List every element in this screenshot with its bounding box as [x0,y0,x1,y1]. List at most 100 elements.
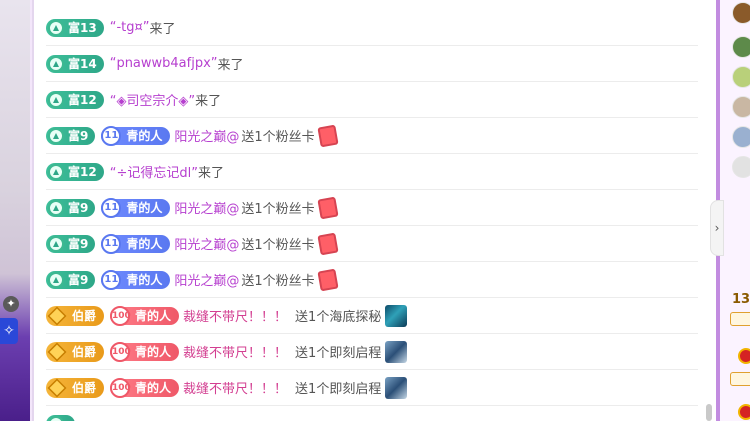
enter-text: 来了 [197,166,224,181]
rich-level-badge: 富14 [46,54,104,73]
fan-club-name: 青的人 [126,129,163,143]
chat-message-partial [46,406,698,421]
rich-level-badge: 富9 [46,126,96,145]
chat-panel[interactable]: 富13 “-tg¤” 来了 富14 “pnawwb4afjpx” 来了 富12 … [32,0,716,421]
rail-tag[interactable] [730,372,750,386]
rich-level-badge: 富9 [46,234,96,253]
audience-avatar[interactable] [732,126,750,148]
fan-club-badge[interactable]: 100 青的人 [110,341,180,362]
rich-level-badge: 富9 [46,198,96,217]
noble-gem-icon [47,305,67,326]
fan-club-badge[interactable]: 11 青的人 [101,269,171,290]
chat-message-gift: 富9 11 青的人 阳光之巅@ 送1个粉丝卡 [46,190,698,226]
gift-text: 送1个粉丝卡 [241,130,315,145]
rich-level-text: 富12 [68,165,97,179]
fan-level: 100 [110,341,131,362]
username[interactable]: 裁缝不带尺！！！ [183,306,287,325]
rich-level-badge: 富12 [46,90,104,109]
noble-title: 伯爵 [72,381,97,395]
rich-drop-icon [48,271,64,288]
noble-badge[interactable]: 伯爵 [46,305,105,326]
sparkle-icon[interactable]: ✦ [3,296,19,312]
rail-tag[interactable] [730,312,750,326]
video-player-edge[interactable]: ✦ ✧ [0,0,30,421]
chat-message-noble-gift: 伯爵 100 青的人 裁缝不带尺！！！ 送1个海底探秘 [46,298,698,334]
fan-club-name: 青的人 [135,309,172,323]
fan-club-badge[interactable]: 11 青的人 [101,197,171,218]
progress-percent: 13% [732,292,750,307]
username[interactable]: 阳光之巅@ [174,234,239,253]
rich-level-text: 富9 [68,201,89,215]
noble-badge[interactable]: 伯爵 [46,341,105,362]
username[interactable]: “pnawwb4afjpx” [110,56,218,71]
username[interactable]: 阳光之巅@ [174,270,239,289]
username[interactable]: 裁缝不带尺！！！ [183,342,287,361]
fan-club-badge[interactable]: 100 青的人 [110,305,180,326]
rich-level-text: 富12 [68,93,97,107]
gift-text: 送1个粉丝卡 [241,238,315,253]
rich-level-text: 富9 [68,129,89,143]
fan-card-icon [317,124,339,147]
gift-thumbnail-icon [385,340,408,363]
fan-club-name: 青的人 [126,273,163,287]
chat-message-enter: 富14 “pnawwb4afjpx” 来了 [46,46,698,82]
gift-text: 送1个海底探秘 [295,310,382,325]
fan-club-badge[interactable]: 11 青的人 [101,233,171,254]
username[interactable]: “-tg¤” [110,20,150,35]
gift-text: 送1个即刻启程 [295,382,382,397]
gift-thumbnail-icon [385,376,408,399]
rich-level-badge: 富9 [46,270,96,289]
chat-scrollbar[interactable] [706,404,712,421]
medal-icon[interactable] [738,404,750,420]
noble-title: 伯爵 [72,345,97,359]
rich-drop-icon [48,55,64,72]
fan-club-name: 青的人 [126,201,163,215]
gift-thumbnail-icon [385,304,408,327]
rich-level-badge: 富13 [46,18,104,37]
promo-badge[interactable]: ✧ [0,318,18,344]
username[interactable]: 阳光之巅@ [174,126,239,145]
username[interactable]: “÷记得忘记dl” [110,162,198,181]
rich-drop-icon [48,163,64,180]
chat-message-enter: 富12 “÷记得忘记dl” 来了 [46,154,698,190]
chat-message-gift: 富9 11 青的人 阳光之巅@ 送1个粉丝卡 [46,226,698,262]
username[interactable]: 阳光之巅@ [174,198,239,217]
rich-level-badge [46,415,75,421]
gift-text: 送1个粉丝卡 [241,202,315,217]
fan-club-badge[interactable]: 100 青的人 [110,377,180,398]
audience-avatar[interactable] [732,96,750,118]
chat-message-enter: 富13 “-tg¤” 来了 [46,10,698,46]
rich-drop-icon [48,416,64,421]
gift-text: 送1个粉丝卡 [241,274,315,289]
rich-drop-icon [48,19,64,36]
audience-avatar[interactable] [732,2,750,24]
noble-gem-icon [47,341,67,362]
fan-level: 11 [101,269,122,290]
rich-level-text: 富9 [68,273,89,287]
rich-level-text: 富13 [68,21,97,35]
rich-level-text: 富14 [68,57,97,71]
audience-avatar[interactable] [732,66,750,88]
noble-title: 伯爵 [72,309,97,323]
audience-avatar[interactable] [732,36,750,58]
fan-level: 11 [101,197,122,218]
fan-club-badge[interactable]: 11 青的人 [101,125,171,146]
noble-gem-icon [47,377,67,398]
fan-club-name: 青的人 [135,345,172,359]
enter-text: 来了 [149,22,176,37]
fan-card-icon [317,196,339,219]
rich-level-text: 富9 [68,237,89,251]
enter-text: 来了 [195,94,222,109]
medal-icon[interactable] [738,348,750,364]
live-room: ✦ ✧ 富13 “-tg¤” 来了 富14 “pnawwb4afjpx” 来了 … [0,0,750,421]
rich-drop-icon [48,127,64,144]
rich-drop-icon [48,91,64,108]
fan-level: 100 [110,377,131,398]
noble-badge[interactable]: 伯爵 [46,377,105,398]
audience-avatar[interactable] [732,156,750,178]
username[interactable]: 裁缝不带尺！！！ [183,378,287,397]
chevron-right-icon[interactable]: › [710,200,724,256]
chat-message-enter: 富12 “◈司空宗介◈” 来了 [46,82,698,118]
fan-card-icon [317,268,339,291]
username[interactable]: “◈司空宗介◈” [110,90,195,109]
